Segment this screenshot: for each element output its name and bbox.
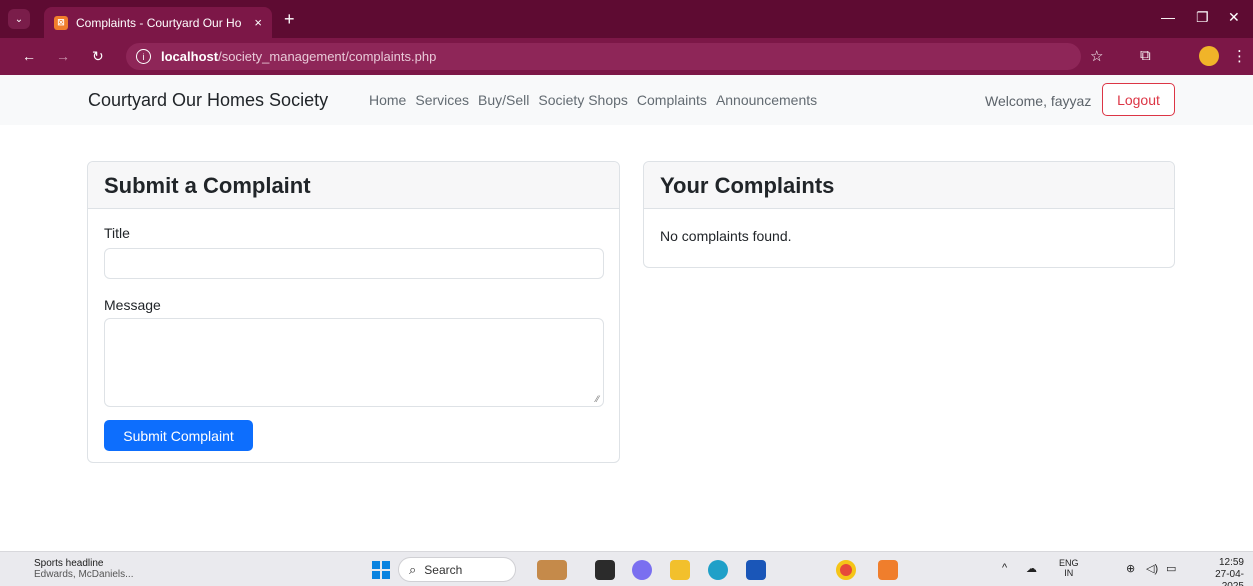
nav-society-shops[interactable]: Society Shops xyxy=(538,92,628,108)
nav-buy-sell[interactable]: Buy/Sell xyxy=(478,92,529,108)
language-indicator[interactable]: ENG IN xyxy=(1059,558,1079,578)
site-info-icon[interactable]: i xyxy=(136,49,151,64)
browser-toolbar: ← → ↻ i localhost/society_management/com… xyxy=(0,38,1253,75)
title-label: Title xyxy=(104,225,130,241)
tray-overflow-icon[interactable]: ^ xyxy=(1002,562,1007,574)
extensions-icon[interactable]: ⧉ xyxy=(1140,47,1151,64)
welcome-text: Welcome, fayyaz xyxy=(985,93,1092,109)
windows-start-icon[interactable] xyxy=(372,561,390,579)
submit-complaint-header: Submit a Complaint xyxy=(88,162,619,209)
nav-announcements[interactable]: Announcements xyxy=(716,92,817,108)
news-title: Sports headline xyxy=(34,558,104,569)
window-close-icon[interactable]: ✕ xyxy=(1228,9,1240,26)
profile-avatar-icon[interactable] xyxy=(1199,46,1219,66)
taskbar-search[interactable]: ⌕ Search xyxy=(398,557,516,582)
search-placeholder: Search xyxy=(424,562,463,577)
taskbar-edge-icon[interactable] xyxy=(708,560,728,580)
forward-icon[interactable]: → xyxy=(56,48,70,64)
url-host: localhost xyxy=(161,49,219,64)
tab-search-menu-icon[interactable]: ⌄ xyxy=(8,9,30,29)
news-subtitle: Edwards, McDaniels... xyxy=(34,569,134,580)
restore-icon[interactable]: ❐ xyxy=(1196,9,1209,26)
xampp-favicon-icon: ⊠ xyxy=(54,15,68,30)
clock-date: 27-04-2025 xyxy=(1215,569,1244,586)
your-complaints-card: Your Complaints No complaints found. xyxy=(643,161,1175,268)
nav-home[interactable]: Home xyxy=(369,92,406,108)
browser-menu-icon[interactable]: ⋮ xyxy=(1232,47,1247,65)
back-icon[interactable]: ← xyxy=(22,48,36,64)
tray-cloud-icon[interactable]: ☁ xyxy=(1026,562,1037,575)
volume-icon[interactable]: ◁) xyxy=(1146,562,1158,575)
message-label: Message xyxy=(104,297,161,313)
search-icon: ⌕ xyxy=(409,561,417,577)
news-widget[interactable]: Sports headline Edwards, McDaniels... xyxy=(34,558,133,580)
site-navbar: Courtyard Our Homes Society Home Service… xyxy=(0,75,1253,125)
taskbar-copilot-icon[interactable] xyxy=(632,560,652,580)
message-textarea[interactable]: ⁄⁄ xyxy=(104,318,604,407)
lang-bottom: IN xyxy=(1064,568,1074,578)
windows-taskbar: Sports headline Edwards, McDaniels... ⌕ … xyxy=(0,551,1253,586)
taskbar-chrome-icon[interactable] xyxy=(836,560,856,580)
browser-tab-strip: ⌄ ⊠ Complaints - Courtyard Our Ho × + — … xyxy=(0,0,1253,38)
network-icon[interactable]: ⊕ xyxy=(1126,562,1135,575)
nav-complaints[interactable]: Complaints xyxy=(637,92,707,108)
no-complaints-text: No complaints found. xyxy=(660,228,792,244)
your-complaints-header: Your Complaints xyxy=(644,162,1174,209)
reload-icon[interactable]: ↻ xyxy=(92,48,104,65)
battery-icon[interactable]: ▭ xyxy=(1166,562,1176,575)
system-clock[interactable]: 12:59 27-04-2025 xyxy=(1196,557,1244,586)
address-bar[interactable]: i localhost/society_management/complaint… xyxy=(126,43,1081,70)
taskbar-app-game-icon[interactable] xyxy=(537,560,567,580)
submit-complaint-button[interactable]: Submit Complaint xyxy=(104,420,253,451)
new-tab-button[interactable]: + xyxy=(284,10,295,28)
taskbar-app-desktop-icon[interactable] xyxy=(595,560,615,580)
logout-button[interactable]: Logout xyxy=(1102,83,1175,116)
browser-tab[interactable]: ⊠ Complaints - Courtyard Our Ho × xyxy=(44,7,272,38)
taskbar-xampp-icon[interactable] xyxy=(878,560,898,580)
url-path: /society_management/complaints.php xyxy=(218,49,437,64)
nav-services[interactable]: Services xyxy=(415,92,469,108)
title-input[interactable] xyxy=(104,248,604,279)
nav-links: Home Services Buy/Sell Society Shops Com… xyxy=(369,92,826,108)
taskbar-file-explorer-icon[interactable] xyxy=(670,560,690,580)
resize-handle-icon[interactable]: ⁄⁄ xyxy=(596,394,599,404)
taskbar-store-icon[interactable] xyxy=(746,560,766,580)
bookmark-star-icon[interactable]: ☆ xyxy=(1090,47,1103,65)
submit-complaint-card: Submit a Complaint Title Message ⁄⁄ Subm… xyxy=(87,161,620,463)
tab-title: Complaints - Courtyard Our Ho xyxy=(76,15,242,30)
minimize-icon[interactable]: — xyxy=(1161,9,1175,25)
lang-top: ENG xyxy=(1059,558,1079,568)
site-brand[interactable]: Courtyard Our Homes Society xyxy=(88,90,328,111)
tab-close-icon[interactable]: × xyxy=(254,15,262,30)
clock-time: 12:59 xyxy=(1218,557,1244,568)
